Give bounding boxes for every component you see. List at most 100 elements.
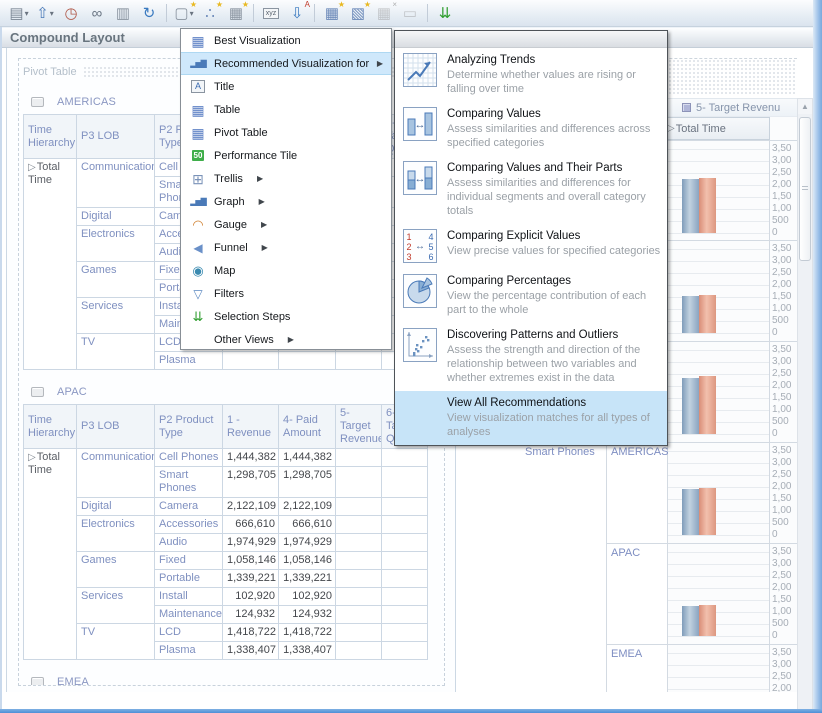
menu-item-recommended-visualization-for[interactable]: ▂▅▇Recommended Visualization for▶: [181, 52, 391, 75]
axis-tick-label: 0: [772, 631, 778, 641]
menu-item-graph[interactable]: ▂▅▇Graph▶: [181, 190, 391, 213]
axis-tick-label: 2,50: [772, 168, 791, 178]
svg-text:↔: ↔: [415, 241, 425, 252]
expand-icon[interactable]: ▷: [28, 452, 36, 463]
submenu-item-view-all-recommendations[interactable]: View All RecommendationsView visualizati…: [395, 391, 667, 445]
recommended-visualization-submenu: Analyzing TrendsDetermine whether values…: [394, 30, 668, 446]
column-header: P3 LOB: [77, 405, 155, 449]
selection-steps-icon[interactable]: ⇊: [434, 2, 456, 24]
submenu-item-comparing-values[interactable]: ↔Comparing ValuesAssess similarities and…: [395, 102, 667, 156]
import-formatting-icon[interactable]: ⇩A: [286, 2, 308, 24]
edit-calc-icon[interactable]: ▦★: [225, 2, 247, 24]
bar: [699, 178, 716, 233]
axis-tick-label: 3,50: [772, 446, 791, 456]
expand-icon[interactable]: ▷: [28, 162, 36, 173]
menu-item-gauge[interactable]: ◠Gauge▶: [181, 213, 391, 236]
scroll-up-arrow[interactable]: ▲: [798, 99, 812, 114]
menu-item-label: Performance Tile: [214, 150, 297, 162]
toolbar: ▤▾⇧▾◷∞▥↻▢★▾∴★▦★xyz⇩A▦★▧★▦×▭⇊: [0, 0, 822, 27]
new-view-icon[interactable]: ▢★▾: [173, 2, 195, 24]
bar: [682, 378, 699, 434]
dropdown-caret-icon[interactable]: ▾: [25, 9, 29, 18]
new-view-menu: ▦Best Visualization▂▅▇Recommended Visual…: [180, 28, 392, 350]
submenu-item-analyzing-trends[interactable]: Analyzing TrendsDetermine whether values…: [395, 48, 667, 102]
table-cell: ▷Total Time: [24, 449, 77, 660]
vertical-scrollbar-thumb[interactable]: [799, 117, 811, 261]
column-header: Time Hierarchy: [24, 115, 77, 159]
table-icon: ▦: [189, 125, 207, 141]
menu-item-map[interactable]: ◉Map: [181, 259, 391, 282]
menu-item-filters[interactable]: ▽Filters: [181, 282, 391, 305]
menu-item-title[interactable]: ATitle: [181, 75, 391, 98]
table-row: ElectronicsAccessories666,610666,610: [24, 516, 428, 534]
preview-icon[interactable]: ∞: [86, 2, 108, 24]
schedule-icon[interactable]: ◷: [60, 2, 82, 24]
axis-tick-label: 1,00: [772, 304, 791, 314]
table-cell: [382, 534, 428, 552]
format-container-icon[interactable]: ▭: [399, 2, 421, 24]
export-icon[interactable]: ⇧▾: [34, 2, 56, 24]
table-cell: 102,920: [279, 588, 336, 606]
section-toggle[interactable]: [31, 97, 44, 107]
table-cell: [336, 498, 382, 516]
gridline: [668, 552, 769, 553]
table-row: GamesFixed1,058,1461,058,146: [24, 552, 428, 570]
new-graph-icon[interactable]: ▧★: [347, 2, 369, 24]
column-header: Time Hierarchy: [24, 405, 77, 449]
table-cell: Plasma: [155, 642, 223, 660]
table-icon: ▦: [189, 33, 207, 49]
dropdown-caret-icon[interactable]: ▾: [190, 9, 194, 18]
menu-item-best-visualization[interactable]: ▦Best Visualization: [181, 29, 391, 52]
toolbar-separator: [166, 4, 167, 22]
dropdown-caret-icon[interactable]: ▾: [50, 9, 54, 18]
menu-item-label: Map: [214, 265, 235, 277]
axis-tick-label: 1,50: [772, 292, 791, 302]
badge-icon: A: [305, 1, 310, 9]
menu-item-pivot-table[interactable]: ▦Pivot Table: [181, 121, 391, 144]
submenu-item-title: Comparing Percentages: [447, 274, 665, 289]
section-toggle[interactable]: [31, 387, 44, 397]
xyz-properties-icon[interactable]: xyz: [260, 2, 282, 24]
duplicate-view-icon[interactable]: ∴★: [199, 2, 221, 24]
menu-item-trellis[interactable]: ⊞Trellis▶: [181, 167, 391, 190]
gridline: [668, 475, 769, 476]
section-toggle[interactable]: [31, 677, 44, 686]
menu-item-table[interactable]: ▦Table: [181, 98, 391, 121]
axis-labels-cell: 3,503,002,502,001,501,005000: [770, 645, 797, 692]
remove-view-icon[interactable]: ▦×: [373, 2, 395, 24]
axis-tick-label: 1,00: [772, 506, 791, 516]
table-cell: [336, 534, 382, 552]
print-icon[interactable]: ▤▾: [8, 2, 30, 24]
submenu-item-discovering-patterns-and-outliers[interactable]: Discovering Patterns and OutliersAssess …: [395, 323, 667, 391]
svg-text:↔: ↔: [415, 173, 426, 185]
submenu-item-comparing-explicit-values[interactable]: 142536↔Comparing Explicit ValuesView pre…: [395, 224, 667, 269]
axis-labels-cell: 3,503,002,502,001,501,005000: [770, 140, 797, 241]
table-row: DigitalCamera2,122,1092,122,109: [24, 498, 428, 516]
table-cell: Audio: [155, 534, 223, 552]
copy-icon[interactable]: ▥: [112, 2, 134, 24]
menu-item-funnel[interactable]: ◀Funnel▶: [181, 236, 391, 259]
new-pivot-icon[interactable]: ▦★: [321, 2, 343, 24]
gridline: [668, 249, 769, 250]
submenu-item-comparing-percentages[interactable]: Comparing PercentagesView the percentage…: [395, 269, 667, 323]
pie-icon: [403, 274, 437, 308]
window-edge-bottom: [0, 709, 822, 713]
table-cell: [336, 624, 382, 642]
chart-icon: ▂▅▇: [189, 56, 207, 72]
submenu-item-comparing-values-and-their-parts[interactable]: ↔Comparing Values and Their PartsAssess …: [395, 156, 667, 224]
table-cell: 124,932: [223, 606, 279, 624]
menu-item-selection-steps[interactable]: ⇊Selection Steps: [181, 305, 391, 328]
time-hierarchy-header[interactable]: ▷ Total Time: [662, 117, 770, 140]
table-cell: [336, 516, 382, 534]
tile50-icon: 50: [189, 148, 207, 164]
badge-icon: ★: [338, 1, 345, 9]
table-cell: Games: [77, 552, 155, 588]
table-cell: 1,339,221: [223, 570, 279, 588]
axis-labels-cell: 3,503,002,502,001,501,005000: [770, 342, 797, 443]
expand-icon[interactable]: ▷: [667, 123, 675, 134]
table-cell: ▷Total Time: [24, 159, 77, 370]
menu-item-other-views[interactable]: Other Views▶: [181, 328, 391, 351]
menu-item-performance-tile[interactable]: 50 Performance Tile: [181, 144, 391, 167]
refresh-icon[interactable]: ↻: [138, 2, 160, 24]
vertical-scrollbar[interactable]: ▲ ▼: [797, 98, 813, 713]
